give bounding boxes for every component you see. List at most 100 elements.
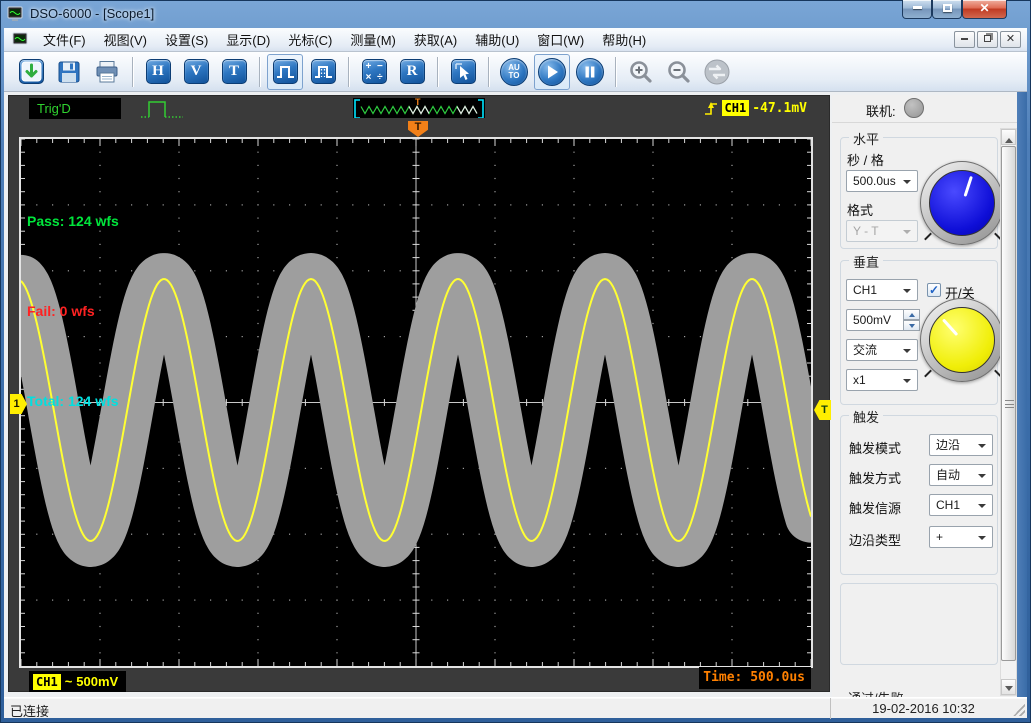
mdi-restore-icon (984, 35, 991, 42)
waveform-preview-strip[interactable]: T (353, 98, 485, 118)
resize-grip-icon (1013, 704, 1025, 716)
trigger-setup-icon: T (222, 59, 247, 84)
horizontal-scale-knob[interactable] (920, 161, 1004, 245)
menu-item-9[interactable]: 窗口(W) (528, 27, 593, 52)
probe-combo[interactable]: x1 (846, 369, 918, 391)
vertical-scale-knob[interactable] (920, 298, 1004, 382)
zoom-in-icon (627, 59, 655, 85)
edge-type-combo[interactable]: + (929, 526, 993, 548)
math-icon: +−×÷ (362, 59, 387, 84)
menu-item-4[interactable]: 显示(D) (217, 27, 279, 52)
cursor-measure-icon (451, 59, 476, 84)
knob-face (929, 307, 995, 373)
pulse-measure-button[interactable] (305, 54, 341, 90)
channel-combo[interactable]: CH1 (846, 279, 918, 301)
channel-badge: CH1 (33, 674, 61, 690)
volts-per-div: 500mV (76, 674, 118, 689)
menu-item-7[interactable]: 获取(A) (405, 27, 466, 52)
rising-edge-icon (704, 99, 719, 117)
pause-icon (576, 58, 604, 86)
menu-item-5[interactable]: 光标(C) (279, 27, 341, 52)
cursor-measure-button[interactable] (445, 54, 481, 90)
scrollbar-up-button[interactable] (1001, 129, 1016, 145)
spinner-down-button[interactable] (904, 320, 920, 331)
vertical-setup-icon: V (184, 59, 209, 84)
minimize-button[interactable] (902, 0, 932, 19)
edge-type-label: 边沿类型 (849, 530, 901, 549)
total-count: Total: 124 wfs (27, 386, 119, 416)
toolbar: HVT +−×÷ R AUTO (4, 52, 1027, 92)
scrollbar-down-button[interactable] (1001, 679, 1016, 695)
scrollbar-thumb[interactable] (1001, 146, 1016, 661)
open-file-button[interactable] (13, 54, 49, 90)
menu-item-6[interactable]: 测量(M) (341, 27, 405, 52)
menu-item-2[interactable]: 视图(V) (95, 27, 156, 52)
save-button[interactable] (51, 54, 87, 90)
math-button[interactable]: +−×÷ (356, 54, 392, 90)
trigger-level-marker[interactable]: T (814, 400, 831, 420)
clipped-group-label: 通过/失败 (848, 688, 968, 697)
scope-display[interactable]: Pass: 124 wfs Fail: 0 wfs Total: 124 wfs (19, 137, 813, 668)
toolbar-separator (488, 57, 489, 87)
scope-canvas (21, 139, 811, 666)
pause-button[interactable] (572, 54, 608, 90)
mask-test-stats: Pass: 124 wfs Fail: 0 wfs Total: 124 wfs (27, 146, 119, 476)
format-label: 格式 (847, 200, 873, 219)
spinner-up-button[interactable] (904, 309, 920, 320)
pulse-measure-icon (311, 59, 336, 84)
print-button[interactable] (89, 54, 125, 90)
volts-spinner-buttons (904, 309, 920, 331)
zoom-out-button[interactable] (661, 54, 697, 90)
fail-count: Fail: 0 wfs (27, 296, 119, 326)
menu-item-10[interactable]: 帮助(H) (593, 27, 655, 52)
zoom-in-button[interactable] (623, 54, 659, 90)
volts-spinner-value[interactable]: 500mV (846, 309, 904, 331)
coupling-combo[interactable]: 交流 (846, 339, 918, 361)
vertical-group-title: 垂直 (849, 252, 883, 271)
trigger-source-combo[interactable]: CH1 (929, 494, 993, 516)
menu-item-1[interactable]: 文件(F) (34, 27, 95, 52)
panel-scrollbar[interactable] (1000, 128, 1017, 696)
link-label: 联机: (866, 101, 896, 120)
app-icon (7, 6, 23, 22)
title-bar: DSO-6000 - [Scope1] ✕ (0, 0, 1031, 28)
trigger-status-indicator: Trig'D (29, 98, 121, 119)
format-combo[interactable]: Y - T (846, 220, 918, 242)
menu-item-3[interactable]: 设置(S) (156, 27, 217, 52)
link-indicator-icon (904, 98, 924, 118)
knob-face (929, 170, 995, 236)
refresh-button[interactable] (699, 54, 735, 90)
mdi-close-button[interactable]: ✕ (1000, 31, 1021, 48)
channel-switch-checkbox[interactable] (927, 283, 941, 297)
secdiv-label: 秒 / 格 (847, 150, 884, 169)
reference-button[interactable]: R (394, 54, 430, 90)
maximize-button[interactable] (932, 0, 962, 19)
trigger-setup-button[interactable]: T (216, 54, 252, 90)
autoset-button[interactable]: AUTO (496, 54, 532, 90)
down-arrow-icon (1005, 686, 1013, 695)
mask-test-button[interactable] (267, 54, 303, 90)
mdi-restore-button[interactable] (977, 31, 998, 48)
status-bar: 已连接 19-02-2016 10:32 (4, 697, 1027, 718)
toolbar-separator (437, 57, 438, 87)
datetime-status: 19-02-2016 10:32 (830, 698, 1016, 719)
menu-item-8[interactable]: 辅助(U) (466, 27, 528, 52)
trigger-position-marker[interactable]: T (408, 121, 428, 137)
print-icon (94, 59, 120, 85)
connection-status: 已连接 (10, 701, 49, 720)
scrollbar-grip-icon (1005, 400, 1014, 408)
vertical-setup-button[interactable]: V (178, 54, 214, 90)
mdi-minimize-button[interactable] (954, 31, 975, 48)
menu-bar: 文件(F)视图(V)设置(S)显示(D)光标(C)测量(M)获取(A)辅助(U)… (4, 28, 1027, 52)
trigger-mode-combo[interactable]: 边沿 (929, 434, 993, 456)
scope-window: Trig'D T CH1 -47.1mV Pass: 124 wfs Fail:… (8, 95, 830, 692)
trigger-sweep-combo[interactable]: 自动 (929, 464, 993, 486)
trigger-channel-badge: CH1 (722, 100, 750, 116)
refresh-icon (702, 57, 732, 87)
client-area: Trig'D T CH1 -47.1mV Pass: 124 wfs Fail:… (4, 92, 1027, 697)
horizontal-setup-button[interactable]: H (140, 54, 176, 90)
secdiv-combo[interactable]: 500.0us (846, 170, 918, 192)
toolbar-separator (615, 57, 616, 87)
close-button[interactable]: ✕ (962, 0, 1007, 19)
run-button[interactable] (534, 54, 570, 90)
